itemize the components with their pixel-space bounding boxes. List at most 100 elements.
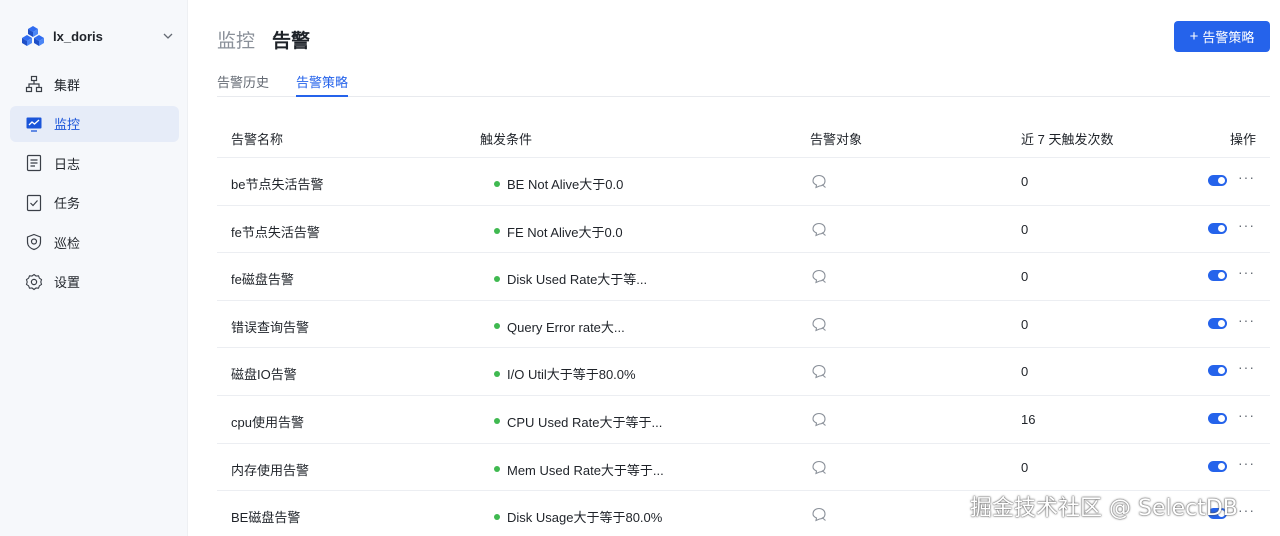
table-row[interactable]: 错误查询告警 Query Error rate大... 0 ··· — [217, 301, 1270, 349]
trigger-count: 0 — [1021, 221, 1029, 237]
status-dot — [494, 275, 500, 282]
trigger-condition: Disk Used Rate大于等... — [494, 269, 647, 288]
trigger-condition-text: Query Error rate大... — [507, 319, 625, 335]
sidebar-item-monitor[interactable]: 监控 — [10, 105, 179, 142]
trigger-condition-text: Disk Used Rate大于等... — [507, 272, 648, 288]
trigger-condition: Mem Used Rate大于等于... — [494, 460, 664, 479]
more-actions-icon[interactable]: ··· — [1238, 312, 1255, 328]
doris-logo-icon — [22, 26, 44, 46]
trigger-count: 0 — [1021, 316, 1029, 332]
trigger-condition-text: Disk Usage大于等于80.0% — [507, 510, 663, 526]
column-header-name: 告警名称 — [231, 132, 284, 147]
sidebar-item-task[interactable]: 任务 — [10, 185, 179, 221]
plus-icon: + — [1189, 28, 1199, 45]
more-actions-icon[interactable]: ··· — [1238, 502, 1255, 518]
more-actions-icon[interactable]: ··· — [1238, 455, 1255, 471]
enable-toggle[interactable] — [1208, 460, 1227, 472]
trigger-count: 0 — [1021, 364, 1029, 380]
trigger-condition-text: FE Not Alive大于0.0 — [507, 224, 623, 240]
more-actions-icon[interactable]: ··· — [1238, 217, 1255, 233]
sidebar-item-label: 监控 — [54, 117, 81, 132]
sidebar: lx_doris 集群 监控 日志 任务 巡检 设置 — [0, 0, 188, 536]
toggle-knob — [1218, 462, 1225, 470]
breadcrumb-parent[interactable]: 监控 — [217, 26, 255, 53]
alert-name: cpu使用告警 — [231, 414, 304, 430]
notify-target-icon[interactable] — [810, 267, 828, 285]
sidebar-item-label: 巡检 — [54, 235, 81, 251]
toggle-knob — [1218, 414, 1225, 422]
notify-target-icon[interactable] — [810, 505, 828, 523]
sidebar-nav: 集群 监控 日志 任务 巡检 设置 — [10, 66, 179, 303]
column-header-actions: 操作 — [1230, 132, 1257, 147]
trigger-condition: Query Error rate大... — [494, 317, 625, 336]
enable-toggle[interactable] — [1208, 412, 1227, 424]
column-header-condition: 触发条件 — [480, 132, 533, 147]
notify-target-icon[interactable] — [810, 315, 828, 333]
trigger-count: 0 — [1021, 174, 1029, 189]
sidebar-item-settings[interactable]: 设置 — [10, 264, 179, 300]
more-actions-icon[interactable]: ··· — [1238, 169, 1255, 185]
notify-target-icon[interactable] — [810, 410, 828, 428]
notify-target-icon[interactable] — [810, 220, 828, 238]
notify-target-icon[interactable] — [810, 458, 828, 476]
cluster-name: lx_doris — [53, 28, 103, 44]
more-actions-icon[interactable]: ··· — [1238, 264, 1255, 280]
status-dot — [494, 180, 500, 187]
toggle-knob — [1218, 272, 1225, 280]
tab-alert-policy[interactable]: 告警策略 — [296, 72, 349, 97]
trigger-condition-text: Mem Used Rate大于等于... — [507, 462, 664, 478]
trigger-condition: CPU Used Rate大于等于... — [494, 412, 662, 431]
create-alert-policy-button[interactable]: + 告警策略 — [1174, 21, 1270, 52]
sidebar-item-label: 集群 — [54, 77, 81, 93]
cluster-icon — [25, 75, 43, 93]
alert-name: be节点失活告警 — [231, 177, 324, 192]
tab-bar: 告警历史 告警策略 — [217, 72, 1270, 97]
notify-target-icon[interactable] — [810, 172, 828, 190]
enable-toggle[interactable] — [1208, 222, 1227, 234]
sidebar-item-label: 日志 — [54, 156, 81, 172]
alert-name: fe节点失活告警 — [231, 224, 320, 240]
status-dot — [494, 323, 500, 330]
enable-toggle[interactable] — [1208, 175, 1227, 186]
chevron-down-icon — [163, 33, 173, 39]
trigger-condition-text: BE Not Alive大于0.0 — [507, 177, 624, 192]
sidebar-item-label: 设置 — [54, 275, 81, 290]
trigger-count: 16 — [1021, 411, 1036, 427]
tab-alert-history[interactable]: 告警历史 — [217, 72, 269, 97]
cluster-selector[interactable]: lx_doris — [22, 24, 174, 48]
table-row[interactable]: be节点失活告警 BE Not Alive大于0.0 0 ··· — [217, 158, 1270, 206]
table-header: 告警名称 触发条件 告警对象 近 7 天触发次数 操作 — [217, 114, 1270, 158]
alert-name: 内存使用告警 — [231, 462, 310, 478]
more-actions-icon[interactable]: ··· — [1238, 407, 1255, 423]
trigger-condition: BE Not Alive大于0.0 — [494, 174, 623, 193]
enable-toggle[interactable] — [1208, 317, 1227, 329]
gear-icon — [25, 273, 43, 290]
watermark: 掘金技术社区 @ SelectDB — [970, 496, 1238, 521]
table-row[interactable]: cpu使用告警 CPU Used Rate大于等于... 16 ··· — [217, 396, 1270, 444]
enable-toggle[interactable] — [1208, 270, 1227, 282]
log-icon — [26, 154, 42, 172]
trigger-count: 0 — [1021, 269, 1029, 285]
table-row[interactable]: 磁盘IO告警 I/O Util大于等于80.0% 0 ··· — [217, 348, 1270, 396]
status-dot — [494, 466, 500, 473]
page-title: 告警 — [272, 31, 311, 52]
alert-name: 错误查询告警 — [231, 319, 310, 335]
toggle-knob — [1218, 177, 1225, 184]
column-header-target: 告警对象 — [810, 132, 863, 147]
table-row[interactable]: 内存使用告警 Mem Used Rate大于等于... 0 ··· — [217, 444, 1270, 492]
table-row[interactable]: fe磁盘告警 Disk Used Rate大于等... 0 ··· — [217, 253, 1270, 301]
enable-toggle[interactable] — [1208, 365, 1227, 377]
notify-target-icon[interactable] — [810, 362, 828, 380]
table-body: be节点失活告警 BE Not Alive大于0.0 0 ··· fe节点失活告警 FE … — [217, 158, 1270, 536]
status-dot — [494, 513, 500, 520]
status-dot — [494, 370, 500, 377]
more-actions-icon[interactable]: ··· — [1238, 359, 1255, 375]
table-row[interactable]: fe节点失活告警 FE Not Alive大于0.0 0 ··· — [217, 206, 1270, 254]
trigger-count: 0 — [1021, 459, 1029, 475]
monitor-icon — [26, 117, 42, 132]
sidebar-item-cluster[interactable]: 集群 — [10, 66, 179, 102]
sidebar-item-inspection[interactable]: 巡检 — [10, 224, 179, 260]
trigger-condition: Disk Usage大于等于80.0% — [494, 507, 662, 526]
alert-policy-table: 告警名称 触发条件 告警对象 近 7 天触发次数 操作 be节点失活告警 BE N… — [217, 114, 1270, 536]
sidebar-item-log[interactable]: 日志 — [10, 145, 179, 181]
